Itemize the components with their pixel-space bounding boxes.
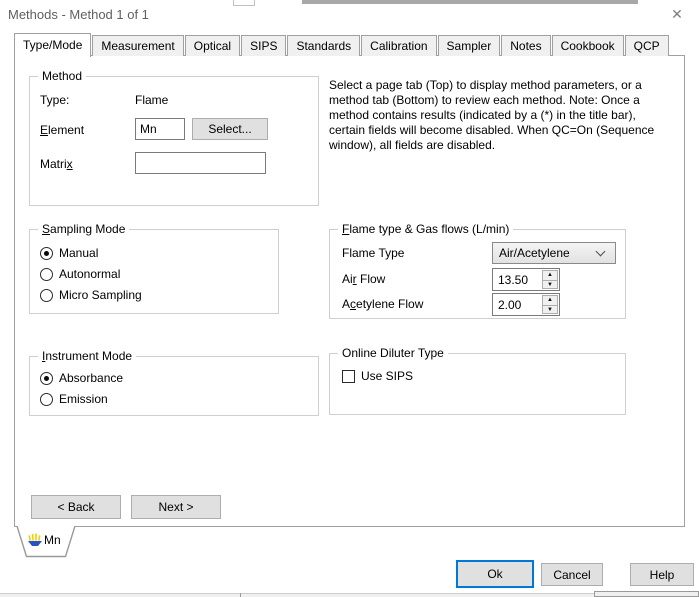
air-flow-stepper[interactable]: 13.50 ▲ ▼ bbox=[492, 268, 560, 291]
element-field[interactable] bbox=[135, 118, 185, 140]
next-button[interactable]: Next > bbox=[131, 495, 221, 519]
type-value: Flame bbox=[135, 93, 169, 107]
chevron-down-icon bbox=[595, 246, 606, 256]
radio-button-icon[interactable] bbox=[40, 392, 53, 406]
radio-manual[interactable]: Manual bbox=[40, 246, 98, 260]
radio-micro-sampling[interactable]: Micro Sampling bbox=[40, 288, 142, 302]
radio-emission[interactable]: Emission bbox=[40, 392, 108, 406]
instrument-mode-group: Instrument Mode Absorbance Emission bbox=[29, 349, 319, 416]
use-sips-checkbox-row[interactable]: Use SIPS bbox=[342, 369, 413, 383]
radio-absorbance-label: Absorbance bbox=[59, 371, 124, 385]
tab-type-mode[interactable]: Type/Mode bbox=[14, 33, 92, 57]
online-diluter-title: Online Diluter Type bbox=[338, 346, 448, 360]
background-window-divider bbox=[240, 593, 241, 597]
method-tab-label: Mn bbox=[44, 533, 61, 547]
close-icon[interactable]: ✕ bbox=[662, 2, 692, 26]
method-group-title: Method bbox=[38, 69, 87, 83]
matrix-label: Matrix bbox=[40, 157, 73, 171]
acetylene-flow-label: Acetylene Flow bbox=[342, 297, 424, 311]
spin-up-icon[interactable]: ▲ bbox=[543, 296, 557, 306]
air-flow-spin-buttons[interactable]: ▲ ▼ bbox=[542, 270, 558, 289]
spin-down-icon[interactable]: ▼ bbox=[543, 281, 557, 290]
method-group: Method Type: Flame Element Select... Mat… bbox=[29, 69, 319, 206]
online-diluter-group: Online Diluter Type Use SIPS bbox=[329, 346, 626, 415]
background-window-box bbox=[594, 591, 699, 597]
flame-type-value: Air/Acetylene bbox=[499, 246, 570, 260]
element-label: Element bbox=[40, 123, 85, 137]
radio-absorbance[interactable]: Absorbance bbox=[40, 371, 123, 385]
tab-standards[interactable]: Standards bbox=[287, 35, 361, 56]
checkbox-icon[interactable] bbox=[342, 369, 355, 383]
page-help-text: Select a page tab (Top) to display metho… bbox=[329, 78, 655, 152]
radio-autonormal[interactable]: Autonormal bbox=[40, 267, 120, 281]
tab-cookbook[interactable]: Cookbook bbox=[551, 35, 624, 56]
spin-down-icon[interactable]: ▼ bbox=[543, 306, 557, 315]
flame-gas-flows-group: Flame type & Gas flows (L/min) Flame Typ… bbox=[329, 222, 626, 319]
radio-button-icon[interactable] bbox=[40, 267, 53, 281]
type-mode-page: Method Type: Flame Element Select... Mat… bbox=[14, 55, 685, 527]
ok-button[interactable]: Ok bbox=[456, 560, 534, 588]
radio-micro-sampling-label: Micro Sampling bbox=[59, 288, 142, 302]
radio-autonormal-label: Autonormal bbox=[59, 267, 121, 281]
acetylene-flow-value: 2.00 bbox=[498, 298, 522, 312]
tab-sampler[interactable]: Sampler bbox=[437, 35, 501, 56]
acetylene-flow-stepper[interactable]: 2.00 ▲ ▼ bbox=[492, 293, 560, 316]
tab-notes[interactable]: Notes bbox=[501, 35, 551, 56]
matrix-field[interactable] bbox=[135, 152, 266, 174]
radio-button-icon[interactable] bbox=[40, 371, 53, 385]
type-label: Type: bbox=[40, 93, 70, 107]
help-button[interactable]: Help bbox=[630, 563, 694, 586]
flame-icon bbox=[27, 533, 43, 550]
flame-type-select[interactable]: Air/Acetylene bbox=[492, 242, 616, 264]
cancel-button[interactable]: Cancel bbox=[541, 563, 603, 586]
radio-button-icon[interactable] bbox=[40, 246, 53, 260]
air-flow-value: 13.50 bbox=[498, 273, 529, 287]
instrument-mode-title: Instrument Mode bbox=[38, 349, 137, 363]
tab-qcp[interactable]: QCP bbox=[624, 35, 669, 56]
background-window-strip bbox=[302, 0, 638, 4]
sampling-mode-group: Sampling Mode Manual Autonormal Micro Sa… bbox=[29, 222, 279, 314]
select-element-button[interactable]: Select... bbox=[192, 118, 268, 140]
method-tab-mn[interactable]: Mn bbox=[16, 525, 78, 559]
background-window-notch bbox=[233, 0, 255, 6]
back-button[interactable]: < Back bbox=[31, 495, 121, 519]
sampling-mode-title: Sampling Mode bbox=[38, 222, 130, 236]
use-sips-label: Use SIPS bbox=[361, 369, 414, 383]
flame-gas-flows-title: Flame type & Gas flows (L/min) bbox=[338, 222, 514, 236]
radio-manual-label: Manual bbox=[59, 246, 99, 260]
air-flow-label: Air Flow bbox=[342, 272, 386, 286]
radio-emission-label: Emission bbox=[59, 392, 108, 406]
tab-sips[interactable]: SIPS bbox=[241, 35, 287, 56]
page-tab-bar: Type/Mode Measurement Optical SIPS Stand… bbox=[14, 32, 670, 57]
tab-measurement[interactable]: Measurement bbox=[92, 35, 184, 56]
flame-type-label: Flame Type bbox=[342, 246, 405, 260]
spin-up-icon[interactable]: ▲ bbox=[543, 271, 557, 281]
tab-optical[interactable]: Optical bbox=[184, 35, 241, 56]
window-title: Methods - Method 1 of 1 bbox=[8, 7, 149, 22]
tab-calibration[interactable]: Calibration bbox=[361, 35, 437, 56]
acetylene-flow-spin-buttons[interactable]: ▲ ▼ bbox=[542, 295, 558, 314]
radio-button-icon[interactable] bbox=[40, 288, 53, 302]
